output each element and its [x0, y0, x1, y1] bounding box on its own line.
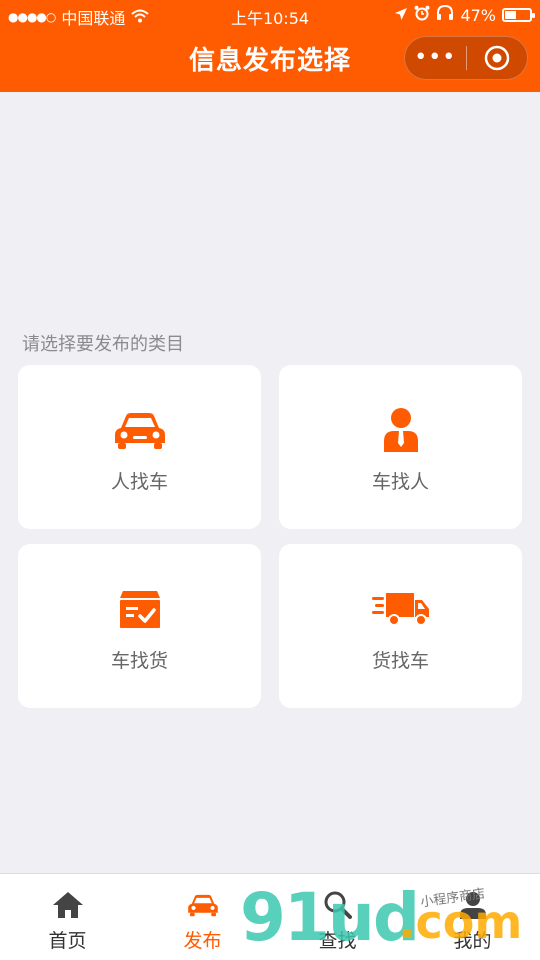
more-dots-icon: •••: [414, 45, 457, 70]
tab-label: 我的: [453, 930, 492, 952]
card-label: 车找货: [110, 650, 168, 672]
card-cargo-find-car[interactable]: 货找车: [279, 544, 522, 708]
battery-icon: [502, 8, 535, 22]
card-label: 人找车: [110, 471, 168, 493]
truck-icon: [279, 586, 522, 632]
tab-label: 查找: [318, 930, 357, 952]
card-label: 车找人: [371, 471, 429, 493]
more-button[interactable]: •••: [405, 37, 466, 79]
location-arrow-icon: [394, 6, 408, 25]
card-car-find-person[interactable]: 车找人: [279, 365, 522, 529]
tab-label: 发布: [183, 930, 222, 952]
car-icon: [18, 407, 261, 453]
battery-fill: [505, 11, 516, 19]
card-car-find-cargo[interactable]: 车找货: [18, 544, 261, 708]
tab-label: 首页: [48, 930, 87, 952]
close-button[interactable]: [467, 37, 528, 79]
headphones-icon: [436, 4, 454, 25]
search-icon: [270, 888, 405, 922]
tab-bar: 首页 发布 查找 我的: [0, 873, 540, 960]
card-person-find-car[interactable]: 人找车: [18, 365, 261, 529]
card-label: 货找车: [371, 650, 429, 672]
alarm-icon: [414, 5, 430, 25]
car-icon: [135, 888, 270, 922]
battery-percent: 47%: [460, 5, 496, 25]
cargo-box-icon: [18, 586, 261, 632]
category-hint: 请选择要发布的类目: [22, 334, 184, 355]
status-bar: ●●●●○ 中国联通 上午10:54 47%: [0, 0, 540, 30]
mini-program-capsule: •••: [404, 36, 528, 80]
target-circle-icon: [484, 45, 509, 71]
home-icon: [0, 888, 135, 922]
person-icon: [279, 407, 522, 453]
tab-publish[interactable]: 发布: [135, 874, 270, 960]
tab-search[interactable]: 查找: [270, 874, 405, 960]
tab-mine[interactable]: 我的: [405, 874, 540, 960]
tab-home[interactable]: 首页: [0, 874, 135, 960]
user-icon: [405, 888, 540, 922]
top-bar: ●●●●○ 中国联通 上午10:54 47% 信息发布选择 •••: [0, 0, 540, 92]
